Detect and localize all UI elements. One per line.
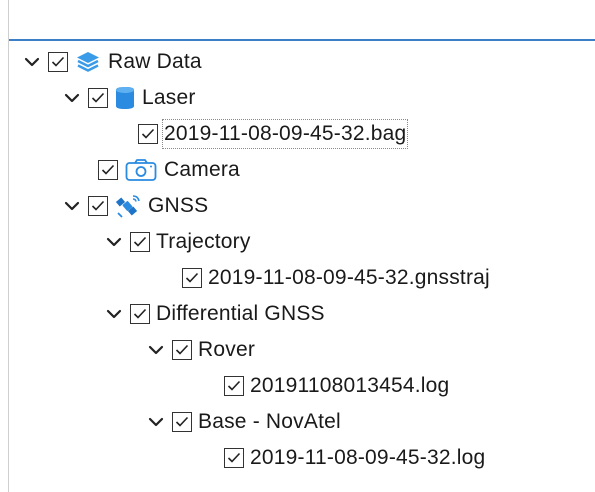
tree-node-rover[interactable]: Rover [146,333,255,367]
checkbox[interactable] [88,88,108,108]
tree-node-label: 2019-11-08-09-45-32.gnsstraj [208,266,490,289]
tree-node-laser-file[interactable]: 2019-11-08-09-45-32.bag [112,117,409,151]
chevron-down-icon[interactable] [62,88,82,108]
tree-node-label: GNSS [148,194,209,217]
checkbox[interactable] [130,304,150,324]
panel-header [9,0,595,41]
tree-node-label: Differential GNSS [156,302,325,325]
chevron-down-icon[interactable] [62,196,82,216]
tree-node-trajectory[interactable]: Trajectory [104,225,251,259]
checkbox[interactable] [98,160,118,180]
checkbox[interactable] [88,196,108,216]
checkbox[interactable] [172,412,192,432]
camera-icon [124,157,158,183]
checkbox[interactable] [224,448,244,468]
tree-node-label: Raw Data [108,50,202,73]
tree-node-rover-file[interactable]: 20191108013454.log [198,369,449,403]
chevron-down-icon[interactable] [146,340,166,360]
tree-node-base-file[interactable]: 2019-11-08-09-45-32.log [198,441,485,475]
tree-node-label: Base - NovAtel [198,410,341,433]
tree-node-differential-gnss[interactable]: Differential GNSS [104,297,325,331]
tree-node-gnss[interactable]: GNSS [62,189,208,223]
tree-node-raw-data[interactable]: Raw Data [22,45,202,79]
tree-node-camera[interactable]: Camera [72,153,240,187]
tree-node-label: Laser [142,86,196,109]
chevron-down-icon[interactable] [146,412,166,432]
checkbox[interactable] [182,268,202,288]
tree-node-laser[interactable]: Laser [62,81,196,115]
checkbox[interactable] [130,232,150,252]
tree-node-label: 2019-11-08-09-45-32.log [250,446,486,469]
checkbox[interactable] [224,376,244,396]
chevron-down-icon[interactable] [22,52,42,72]
tree-node-label: 20191108013454.log [250,374,450,397]
layers-icon [74,49,102,75]
tree-node-trajectory-file[interactable]: 2019-11-08-09-45-32.gnsstraj [156,261,490,295]
tree-node-label: Trajectory [156,230,251,253]
satellite-icon [114,193,142,219]
tree-node-base-novatel[interactable]: Base - NovAtel [146,405,341,439]
chevron-down-icon[interactable] [104,232,124,252]
chevron-down-icon[interactable] [104,304,124,324]
tree-node-label: Rover [198,338,256,361]
tree-node-label: 2019-11-08-09-45-32.bag [161,119,409,149]
checkbox[interactable] [172,340,192,360]
checkbox[interactable] [48,52,68,72]
checkbox[interactable] [138,124,158,144]
tree-node-label: Camera [164,158,240,181]
database-icon [114,85,136,111]
